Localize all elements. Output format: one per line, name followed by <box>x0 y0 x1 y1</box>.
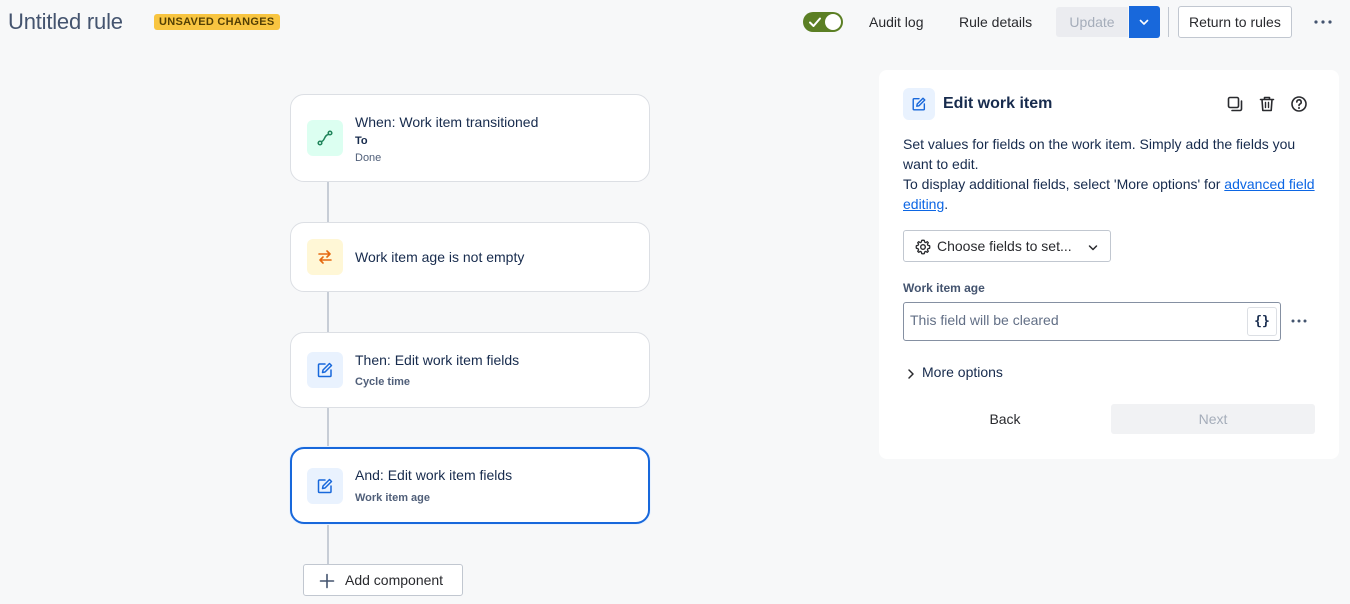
condition-icon-box <box>307 239 343 275</box>
flow-connector <box>327 181 329 223</box>
panel-description: Set values for fields on the work item. … <box>903 134 1323 214</box>
trigger-icon-box <box>307 120 343 156</box>
flow-connector <box>327 291 329 333</box>
edit-work-item-panel: Edit work item Set values for fields on … <box>879 70 1339 459</box>
panel-title: Edit work item <box>943 95 1053 112</box>
pencil-edit-icon <box>317 362 333 378</box>
update-button[interactable]: Update <box>1056 7 1128 37</box>
chevron-down-icon <box>1139 19 1149 25</box>
help-icon[interactable] <box>1290 95 1308 113</box>
pencil-edit-icon <box>317 478 333 494</box>
gear-icon <box>915 239 931 255</box>
action1-sub: Cycle time <box>355 376 411 388</box>
action-card-cycle-time[interactable]: Then: Edit work item fields Cycle time <box>290 332 650 408</box>
check-icon <box>809 17 821 27</box>
trigger-value: Done <box>355 152 382 164</box>
work-item-age-input[interactable] <box>910 312 1240 328</box>
branch-flow-icon <box>317 130 333 146</box>
action-icon-box <box>307 468 343 504</box>
toggle-knob <box>825 14 841 30</box>
copy-icon[interactable] <box>1226 95 1244 113</box>
action2-title: And: Edit work item fields <box>355 467 513 483</box>
more-icon[interactable] <box>1313 14 1333 30</box>
trigger-title: When: Work item transitioned <box>355 114 539 130</box>
header-divider <box>1168 7 1169 37</box>
panel-desc-line2: To display additional fields, select 'Mo… <box>903 174 1323 214</box>
action1-title: Then: Edit work item fields <box>355 352 520 368</box>
pencil-edit-icon <box>912 97 926 111</box>
audit-log-button[interactable]: Audit log <box>859 7 933 37</box>
swap-arrows-icon <box>318 250 332 264</box>
smart-value-button[interactable]: {} <box>1247 307 1277 336</box>
update-dropdown-button[interactable] <box>1129 6 1160 38</box>
choose-fields-button[interactable]: Choose fields to set... <box>903 230 1111 262</box>
chevron-down-icon <box>1088 245 1098 251</box>
plus-icon <box>319 573 335 589</box>
trigger-card[interactable]: When: Work item transitioned To Done <box>290 94 650 182</box>
condition-card[interactable]: Work item age is not empty <box>290 222 650 292</box>
flow-connector <box>327 523 329 565</box>
work-item-age-field[interactable]: {} <box>903 302 1281 341</box>
add-component-button[interactable]: Add component <box>303 564 463 596</box>
condition-title: Work item age is not empty <box>355 249 525 265</box>
action-icon-box <box>307 352 343 388</box>
page-title: Untitled rule <box>8 9 123 34</box>
more-options-label: More options <box>922 364 1003 380</box>
action2-sub: Work item age <box>355 492 430 504</box>
trigger-sub-label: To <box>355 135 368 147</box>
panel-desc-line2-pre: To display additional fields, select 'Mo… <box>903 176 1225 192</box>
panel-desc-line1: Set values for fields on the work item. … <box>903 136 1296 172</box>
action-card-work-item-age[interactable]: And: Edit work item fields Work item age <box>290 447 650 524</box>
add-component-label: Add component <box>345 572 444 588</box>
return-to-rules-button[interactable]: Return to rules <box>1178 6 1292 38</box>
trash-icon[interactable] <box>1258 95 1276 113</box>
back-button[interactable]: Back <box>903 404 1107 434</box>
next-button[interactable]: Next <box>1111 404 1315 434</box>
panel-desc-line2-post: . <box>944 196 949 212</box>
flow-connector <box>327 407 329 449</box>
rule-details-button[interactable]: Rule details <box>949 7 1042 37</box>
choose-fields-label: Choose fields to set... <box>937 238 1072 254</box>
unsaved-badge: UNSAVED CHANGES <box>154 14 280 30</box>
header: Untitled rule UNSAVED CHANGES Audit log … <box>0 0 1350 44</box>
rule-enabled-toggle[interactable] <box>803 12 843 32</box>
work-item-age-label: Work item age <box>903 281 985 295</box>
panel-icon-box <box>903 88 935 120</box>
more-icon[interactable] <box>1290 316 1308 326</box>
chevron-right-icon <box>908 369 914 379</box>
